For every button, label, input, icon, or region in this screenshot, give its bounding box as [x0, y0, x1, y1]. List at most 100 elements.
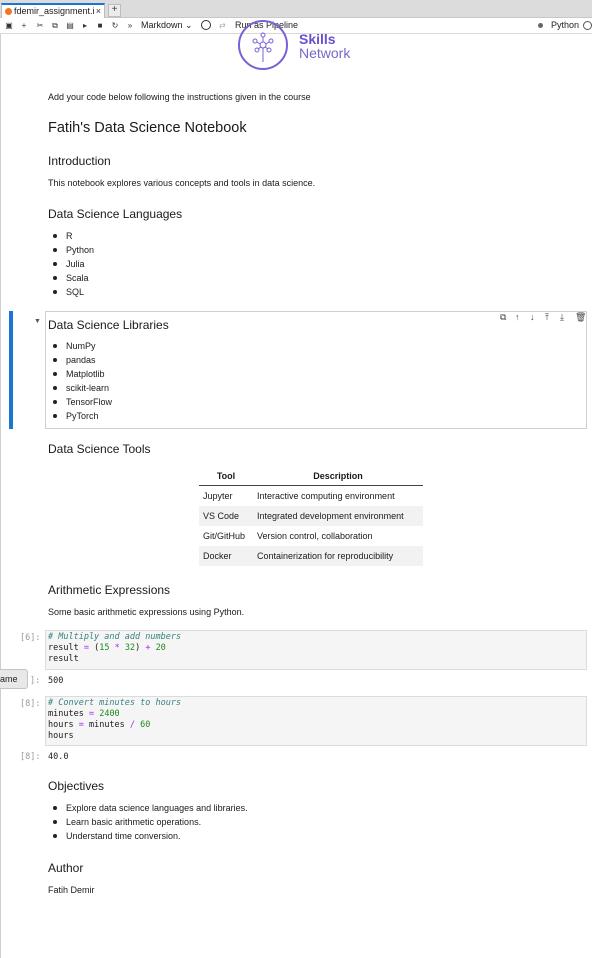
code-line: result [48, 654, 79, 664]
list-item: Python [66, 245, 95, 255]
list-item: TensorFlow [66, 397, 113, 407]
duplicate-cell-icon[interactable]: ⧉ [500, 312, 506, 324]
list-item: Learn basic arithmetic operations. [66, 817, 202, 827]
move-down-icon[interactable]: ↓ [530, 312, 535, 324]
objectives-heading: Objectives [48, 779, 105, 793]
bullet [53, 276, 57, 280]
languages-heading: Data Science Languages [48, 207, 183, 221]
list-item: NumPy [66, 341, 96, 351]
list-item: PyTorch [66, 411, 99, 421]
tab-title: fdemir_assignment.i [14, 6, 95, 16]
insert-below-icon[interactable]: ⤓ [560, 312, 564, 324]
code-number: 60 [140, 720, 151, 730]
cell-type-select[interactable]: Markdown ⌄ [141, 18, 193, 33]
table-header-row: Tool Description [199, 466, 423, 486]
panel-divider [0, 34, 1, 958]
bullet [53, 806, 57, 810]
logo-emblem-icon [238, 20, 288, 70]
table-cell: Jupyter [203, 491, 233, 501]
code-cell-editor[interactable]: # Convert minutes to hours minutes = 240… [45, 696, 587, 746]
bullet [53, 358, 57, 362]
author-name: Fatih Demir [48, 885, 95, 895]
code-cell-editor[interactable]: # Multiply and add numbers result = (15 … [45, 630, 587, 670]
list-item: Julia [66, 259, 85, 269]
bullet [53, 234, 57, 238]
instructions-text: Add your code below following the instru… [48, 92, 311, 102]
insert-above-icon[interactable]: ⤒ [545, 312, 549, 324]
code-operator: * [109, 643, 125, 653]
restart-icon[interactable]: ↻ [110, 18, 120, 33]
skills-network-logo [238, 20, 288, 71]
clock-icon[interactable] [201, 20, 211, 30]
notebook-icon [5, 8, 12, 15]
kernel-status-icon [583, 21, 592, 30]
code-comment: # Convert minutes to hours [48, 698, 182, 708]
table-cell: VS Code [199, 506, 253, 526]
notebook-toolbar: ▣ + ✂ ⧉ ▤ ▸ ■ ↻ » Markdown ⌄ ⇄ Run as Pi… [0, 18, 592, 34]
pipeline-icon: ⇄ [219, 21, 226, 30]
list-item: R [66, 231, 73, 241]
copy-icon[interactable]: ⧉ [50, 18, 60, 33]
code-token: hours [48, 720, 79, 730]
table-cell: Interactive computing environment [257, 491, 395, 501]
bullet [53, 400, 57, 404]
kernel-name[interactable]: Python [551, 18, 579, 33]
code-number: 20 [155, 643, 166, 653]
tooltip: ame [0, 669, 28, 689]
arithmetic-text: Some basic arithmetic expressions using … [48, 607, 245, 617]
run-all-icon[interactable]: » [125, 18, 135, 33]
code-line: hours [48, 731, 74, 741]
table-cell: Integrated development environment [253, 506, 423, 526]
list-item: scikit-learn [66, 383, 110, 393]
cut-icon[interactable]: ✂ [35, 18, 45, 33]
code-number: 32 [124, 643, 136, 653]
code-token: ( [88, 643, 100, 653]
table-row: VS Code Integrated development environme… [199, 506, 423, 526]
new-tab-button[interactable]: + [108, 4, 121, 17]
arithmetic-heading: Arithmetic Expressions [48, 583, 171, 597]
delete-cell-icon[interactable]: 🗑 [575, 312, 586, 324]
author-heading: Author [48, 861, 84, 875]
bullet [53, 290, 57, 294]
table-row: Docker Containerization for reproducibil… [199, 546, 423, 566]
notebook-title: Fatih's Data Science Notebook [48, 120, 247, 136]
run-icon[interactable]: ▸ [80, 18, 90, 33]
bullet [53, 344, 57, 348]
save-icon[interactable]: ▣ [4, 18, 14, 33]
tools-heading: Data Science Tools [48, 442, 151, 456]
list-item: pandas [66, 355, 96, 365]
table-cell: Git/GitHub [203, 531, 246, 541]
bullet [53, 372, 57, 376]
list-item: SQL [66, 287, 85, 297]
table-cell: Containerization for reproducibility [253, 546, 423, 566]
input-prompt: [8]: [20, 699, 41, 709]
collapse-icon[interactable]: ▼ [34, 318, 41, 325]
kernel-settings-icon[interactable] [538, 23, 543, 28]
table-row: Git/GitHub Version control, collaboratio… [199, 526, 423, 546]
move-up-icon[interactable]: ↑ [515, 312, 520, 324]
logo-text-network: Network [299, 45, 351, 61]
stop-icon[interactable]: ■ [95, 18, 105, 33]
list-item: Matplotlib [66, 369, 105, 379]
bullet [53, 834, 57, 838]
output-prompt: ]: [30, 676, 41, 686]
code-token: minutes [48, 709, 89, 719]
table-row: Jupyter Interactive computing environmen… [199, 486, 423, 507]
bullet [53, 262, 57, 266]
column-header: Description [253, 466, 423, 486]
close-icon[interactable]: × [96, 5, 101, 17]
table-cell: Version control, collaboration [257, 531, 373, 541]
code-token: ) [135, 643, 146, 653]
add-cell-icon[interactable]: + [19, 18, 29, 33]
notebook-tab[interactable]: fdemir_assignment.i × [1, 3, 105, 18]
cell-output: 40.0 [48, 752, 69, 762]
bullet [53, 414, 57, 418]
active-cell-indicator[interactable] [9, 311, 13, 429]
code-number: 15 [99, 643, 110, 653]
code-number: 2400 [99, 709, 120, 719]
tab-bar: fdemir_assignment.i × + [0, 0, 592, 18]
list-item: Understand time conversion. [66, 831, 181, 841]
list-item: Explore data science languages and libra… [66, 803, 248, 813]
code-comment: # Multiply and add numbers [48, 632, 182, 642]
paste-icon[interactable]: ▤ [65, 18, 75, 33]
